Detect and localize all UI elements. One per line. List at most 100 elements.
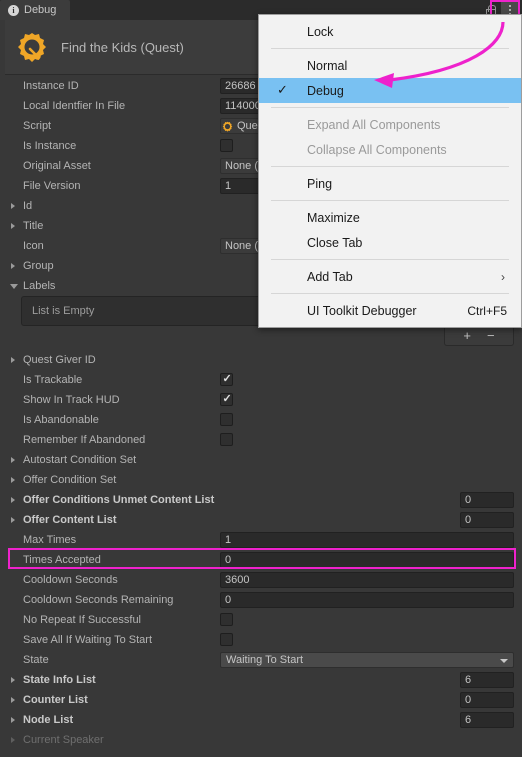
menu-item-ping[interactable]: Ping — [259, 171, 521, 196]
property-row-cooldown-seconds[interactable]: Cooldown Seconds 3600 — [5, 570, 522, 590]
property-label: Show In Track HUD — [23, 394, 120, 406]
property-row-show-in-track-hud[interactable]: Show In Track HUD — [5, 390, 522, 410]
quest-script-icon — [222, 121, 233, 132]
menu-item-expand-all-components: Expand All Components — [259, 112, 521, 137]
property-checkbox[interactable] — [220, 613, 233, 626]
property-checkbox[interactable] — [220, 392, 233, 406]
property-label: Is Abandonable — [23, 414, 99, 426]
foldout-arrow-icon[interactable] — [11, 477, 15, 483]
property-row-current-speaker: Current Speaker — [5, 730, 522, 750]
property-row-cooldown-seconds-remaining[interactable]: Cooldown Seconds Remaining 0 — [5, 590, 522, 610]
foldout-arrow-icon[interactable] — [11, 223, 15, 229]
menu-item-debug[interactable]: Debug — [259, 78, 521, 103]
property-row-remember-if-abandoned[interactable]: Remember If Abandoned — [5, 430, 522, 450]
property-checkbox[interactable] — [220, 633, 233, 646]
foldout-arrow-icon[interactable] — [11, 263, 15, 269]
menu-item-add-tab[interactable]: Add Tab › — [259, 264, 521, 289]
property-label: Node List — [23, 714, 74, 726]
property-value-field[interactable]: 0 — [220, 552, 514, 568]
info-icon: i — [8, 4, 19, 16]
menu-separator — [271, 166, 509, 167]
property-label: Cooldown Seconds Remaining — [23, 594, 174, 606]
property-checkbox[interactable] — [220, 372, 233, 386]
property-row-autostart-condition-set[interactable]: Autostart Condition Set — [5, 450, 522, 470]
remove-label-button[interactable]: − — [487, 329, 495, 342]
property-value-field[interactable]: 1 — [220, 532, 514, 548]
submenu-chevron-icon: › — [501, 269, 505, 284]
menu-item-label: Add Tab — [307, 269, 353, 284]
property-row-save-all-if-waiting-to-start[interactable]: Save All If Waiting To Start — [5, 630, 522, 650]
property-label: Icon — [23, 240, 44, 252]
menu-separator — [271, 259, 509, 260]
menu-item-label: Collapse All Components — [307, 142, 447, 157]
add-label-button[interactable]: + — [463, 329, 471, 342]
property-checkbox[interactable] — [220, 413, 233, 426]
property-row-max-times[interactable]: Max Times 1 — [5, 530, 522, 550]
menu-item-label: Close Tab — [307, 235, 363, 250]
property-row-offer-conditions-unmet-content-list[interactable]: Offer Conditions Unmet Content List 0 — [5, 490, 522, 510]
property-label: Original Asset — [23, 160, 91, 172]
property-checkbox[interactable] — [220, 433, 233, 446]
property-label: Script — [23, 120, 52, 132]
list-count-field[interactable]: 0 — [460, 492, 514, 508]
menu-item-ui-toolkit-debugger[interactable]: UI Toolkit Debugger Ctrl+F5 — [259, 298, 521, 323]
foldout-arrow-icon[interactable] — [11, 697, 15, 703]
chevron-down-icon — [500, 659, 508, 663]
list-count-field[interactable]: 0 — [460, 692, 514, 708]
foldout-arrow-icon[interactable] — [11, 517, 15, 523]
foldout-arrow-icon[interactable] — [10, 284, 18, 292]
labels-list-footer: + − — [444, 326, 514, 346]
foldout-arrow-icon[interactable] — [11, 717, 15, 723]
property-row-offer-content-list[interactable]: Offer Content List 0 — [5, 510, 522, 530]
property-list-2: Quest Giver ID Is Trackable Show In Trac… — [5, 350, 522, 750]
property-label: Quest Giver ID — [23, 354, 96, 366]
menu-item-maximize[interactable]: Maximize — [259, 205, 521, 230]
property-label: Max Times — [23, 534, 77, 546]
property-row-state-info-list[interactable]: State Info List 6 — [5, 670, 522, 690]
property-row-node-list[interactable]: Node List 6 — [5, 710, 522, 730]
property-label: Is Instance — [23, 140, 77, 152]
list-count-field[interactable]: 6 — [460, 712, 514, 728]
menu-item-close-tab[interactable]: Close Tab — [259, 230, 521, 255]
property-row-times-accepted[interactable]: Times Accepted 0 — [5, 550, 522, 570]
property-label: Offer Conditions Unmet Content List — [23, 494, 215, 506]
foldout-arrow-icon[interactable] — [11, 497, 15, 503]
menu-item-shortcut: Ctrl+F5 — [467, 303, 507, 318]
object-title: Find the Kids (Quest) — [61, 39, 184, 55]
property-label: Autostart Condition Set — [23, 454, 137, 466]
foldout-arrow-icon[interactable] — [11, 457, 15, 463]
tab-label: Debug — [24, 4, 57, 16]
list-count-field[interactable]: 6 — [460, 672, 514, 688]
property-value-field[interactable]: 3600 — [220, 572, 514, 588]
state-dropdown[interactable]: Waiting To Start — [220, 652, 514, 668]
foldout-arrow-icon[interactable] — [11, 203, 15, 209]
menu-item-lock[interactable]: Lock — [259, 19, 521, 44]
property-row-offer-condition-set[interactable]: Offer Condition Set — [5, 470, 522, 490]
tab-debug[interactable]: i Debug — [0, 0, 71, 20]
property-row-is-trackable[interactable]: Is Trackable — [5, 370, 522, 390]
property-label: Offer Content List — [23, 514, 117, 526]
property-row-quest-giver-id[interactable]: Quest Giver ID — [5, 350, 522, 370]
property-row-is-abandonable[interactable]: Is Abandonable — [5, 410, 522, 430]
property-label: Current Speaker — [23, 734, 104, 746]
menu-item-label: UI Toolkit Debugger — [307, 303, 417, 318]
property-row-counter-list[interactable]: Counter List 0 — [5, 690, 522, 710]
menu-separator — [271, 293, 509, 294]
property-checkbox[interactable] — [220, 139, 233, 152]
menu-item-label: Expand All Components — [307, 117, 441, 132]
foldout-arrow-icon[interactable] — [11, 677, 15, 683]
foldout-arrow-icon[interactable] — [11, 357, 15, 363]
property-label: Times Accepted — [23, 554, 101, 566]
property-label: File Version — [23, 180, 81, 192]
menu-separator — [271, 48, 509, 49]
property-label: Local Identfier In File — [23, 100, 126, 112]
menu-item-label: Debug — [307, 83, 344, 98]
property-value-field[interactable]: 0 — [220, 592, 514, 608]
property-label: Id — [23, 200, 33, 212]
menu-item-normal[interactable]: Normal — [259, 53, 521, 78]
property-row-state[interactable]: State Waiting To Start — [5, 650, 522, 670]
list-count-field[interactable]: 0 — [460, 512, 514, 528]
property-row-no-repeat-if-successful[interactable]: No Repeat If Successful — [5, 610, 522, 630]
menu-separator — [271, 107, 509, 108]
property-label: No Repeat If Successful — [23, 614, 142, 626]
